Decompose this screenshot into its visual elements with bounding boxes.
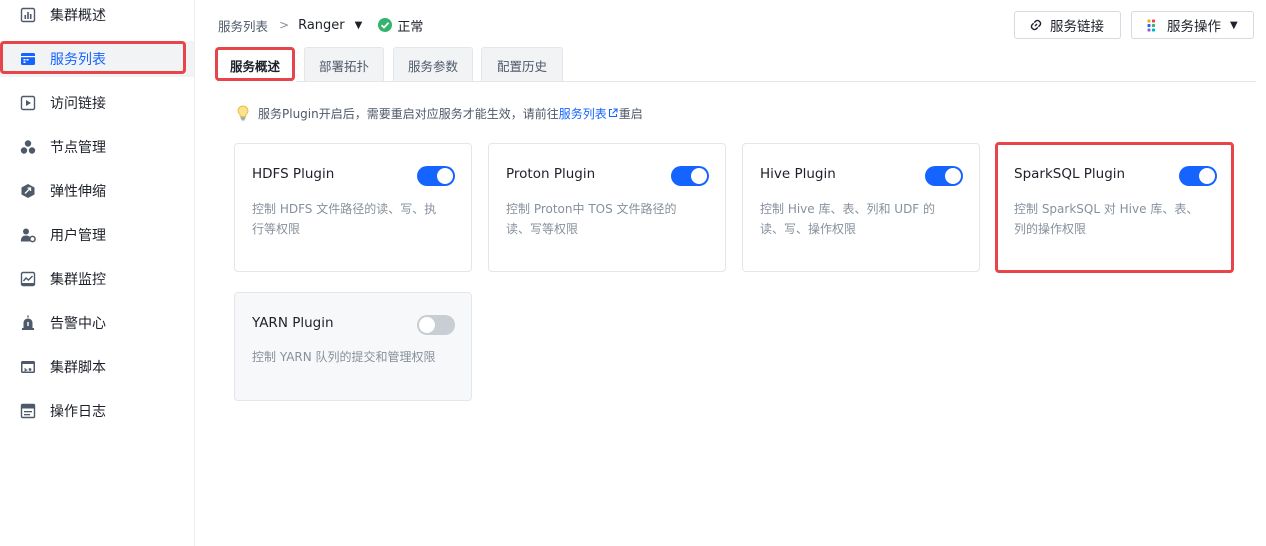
restart-notice: 服务Plugin开启后，需要重启对应服务才能生效，请前往 服务列表 重启 [236,103,643,123]
sidebar: 集群概述 服务列表 访问链接 节点管理 弹性伸缩 用户管理 集群监控 告警中心 … [0,0,195,546]
service-operations-label: 服务操作 [1167,19,1221,35]
tab-deployment-topology[interactable]: 部署拓扑 [304,47,384,82]
toggle-knob [1199,168,1215,184]
nodes-icon [20,139,36,155]
notice-text-suffix: 重启 [618,106,643,121]
service-link-label: 服务链接 [1050,19,1104,35]
toggle-knob [437,168,453,184]
plugin-toggle-sparksql[interactable] [1179,166,1217,186]
bar-chart-icon [20,7,36,23]
sidebar-item-cluster-overview[interactable]: 集群概述 [0,0,194,33]
plugin-description: 控制 YARN 队列的提交和管理权限 [252,350,436,364]
tab-label: 服务参数 [407,58,458,74]
chevron-down-icon: ▼ [1230,19,1238,31]
tab-divider [296,81,1256,82]
breadcrumb: 服务列表 > Ranger ▼ 正常 [218,14,423,36]
plugin-card-sparksql: SparkSQL Plugin 控制 SparkSQL 对 Hive 库、表、 … [996,143,1234,272]
status-badge: 正常 [397,19,424,35]
service-name: Ranger [298,17,345,33]
tab-service-overview[interactable]: 服务概述 [217,47,293,82]
sidebar-item-service-list[interactable]: 服务列表 [0,41,194,77]
plugin-title: SparkSQL Plugin [1014,166,1126,182]
plugin-card-yarn: YARN Plugin 控制 YARN 队列的提交和管理权限 [234,292,472,401]
log-icon [20,403,36,419]
sidebar-item-operation-log[interactable]: 操作日志 [0,393,194,429]
sidebar-item-label: 弹性伸缩 [50,184,106,200]
sidebar-item-user-management[interactable]: 用户管理 [0,217,194,253]
breadcrumb-parent-link[interactable]: 服务列表 [218,16,268,35]
sidebar-item-label: 节点管理 [50,140,106,156]
plugin-description: 控制 Hive 库、表、列和 UDF 的 读、写、操作权限 [760,202,936,236]
plugin-toggle-proton[interactable] [671,166,709,186]
plugin-title: Hive Plugin [760,166,836,182]
tab-label: 服务概述 [229,58,280,74]
link-icon [1030,19,1042,31]
plugin-card-hive: Hive Plugin 控制 Hive 库、表、列和 UDF 的 读、写、操作权… [742,143,980,272]
service-switch-dropdown-icon[interactable]: ▼ [355,20,363,31]
plugin-title: YARN Plugin [252,315,334,331]
sidebar-item-label: 集群监控 [50,272,106,288]
tab-service-parameters[interactable]: 服务参数 [393,47,473,82]
play-link-icon [20,95,36,111]
plugin-toggle-hdfs[interactable] [417,166,455,186]
sidebar-item-label: 服务列表 [50,52,106,68]
apps-grid-icon [1147,19,1155,32]
plugin-title: Proton Plugin [506,166,596,182]
plugin-card-proton: Proton Plugin 控制 Proton中 TOS 文件路径的 读、写等权… [488,143,726,272]
external-link-icon[interactable] [608,108,618,118]
monitor-icon [20,271,36,287]
sidebar-item-label: 集群概述 [50,8,106,24]
service-list-link[interactable]: 服务列表 [559,105,607,122]
plugin-title: HDFS Plugin [252,166,335,182]
service-list-icon [20,51,36,67]
toggle-knob [945,168,961,184]
user-gear-icon [20,227,36,243]
scaling-icon [20,183,36,199]
sidebar-item-label: 访问链接 [50,96,106,112]
sidebar-item-cluster-monitoring[interactable]: 集群监控 [0,261,194,297]
service-operations-button[interactable]: 服务操作 ▼ [1131,11,1254,39]
plugin-description: 控制 SparkSQL 对 Hive 库、表、 列的操作权限 [1014,202,1199,236]
sidebar-item-auto-scaling[interactable]: 弹性伸缩 [0,173,194,209]
sidebar-item-alarm-center[interactable]: 告警中心 [0,305,194,341]
service-link-button[interactable]: 服务链接 [1014,11,1121,39]
sidebar-item-label: 操作日志 [50,404,106,420]
chevron-right-icon: > [279,18,290,32]
plugin-toggle-hive[interactable] [925,166,963,186]
sidebar-item-access-links[interactable]: 访问链接 [0,85,194,121]
sidebar-item-node-management[interactable]: 节点管理 [0,129,194,165]
tab-config-history[interactable]: 配置历史 [481,47,563,82]
plugin-description: 控制 HDFS 文件路径的读、写、执 行等权限 [252,202,437,236]
lightbulb-icon [237,105,249,121]
toggle-knob [691,168,707,184]
plugin-description: 控制 Proton中 TOS 文件路径的 读、写等权限 [506,202,677,236]
check-circle-icon [378,18,393,32]
sidebar-item-label: 用户管理 [50,228,106,244]
notice-text: 服务Plugin开启后，需要重启对应服务才能生效，请前往 [258,106,559,121]
tab-label: 配置历史 [496,58,547,74]
sidebar-item-cluster-scripts[interactable]: 集群脚本 [0,349,194,385]
plugin-toggle-yarn[interactable] [417,315,455,335]
sidebar-item-label: 集群脚本 [50,360,106,376]
tab-label: 部署拓扑 [318,58,369,74]
alarm-icon [20,315,36,331]
script-icon [20,359,36,375]
sidebar-item-label: 告警中心 [50,316,106,332]
plugin-card-hdfs: HDFS Plugin 控制 HDFS 文件路径的读、写、执 行等权限 [234,143,472,272]
toggle-knob [419,317,435,333]
